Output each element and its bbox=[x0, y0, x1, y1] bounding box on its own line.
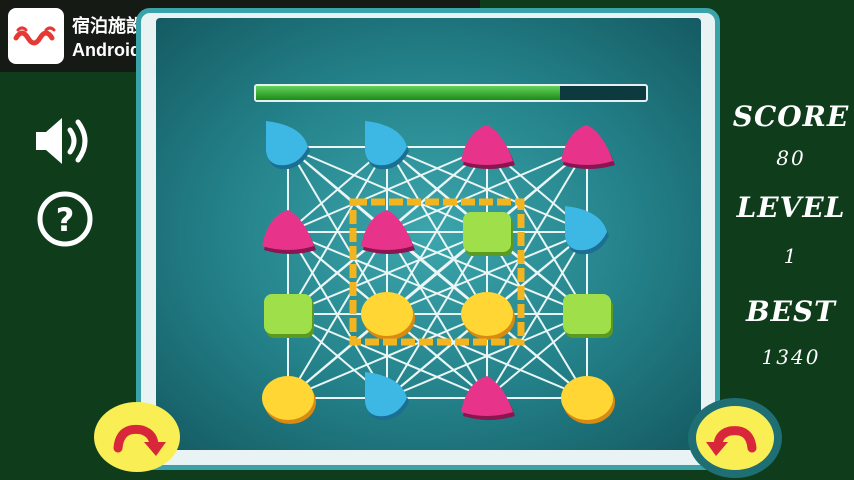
rotate-right-arrow-icon bbox=[706, 426, 757, 456]
best-label: BEST bbox=[745, 295, 837, 328]
question-icon[interactable]: ? bbox=[34, 190, 96, 248]
score-label: SCORE bbox=[732, 100, 850, 133]
rotate-left-button[interactable] bbox=[94, 402, 180, 472]
score-value: 80 bbox=[776, 146, 806, 170]
timer-bar bbox=[254, 84, 648, 102]
timer-bar-fill bbox=[256, 86, 561, 100]
jalan-logo-icon bbox=[8, 8, 64, 64]
level-label: LEVEL bbox=[736, 191, 846, 224]
game-board[interactable] bbox=[156, 18, 701, 450]
level-value: 1 bbox=[783, 244, 799, 268]
speaker-icon[interactable] bbox=[30, 112, 98, 170]
best-value: 1340 bbox=[761, 345, 821, 369]
svg-text:?: ? bbox=[56, 201, 75, 239]
rotate-right-button[interactable] bbox=[688, 398, 782, 478]
rotate-right-button-face[interactable] bbox=[696, 406, 774, 470]
rotate-left-arrow-icon bbox=[113, 424, 166, 456]
